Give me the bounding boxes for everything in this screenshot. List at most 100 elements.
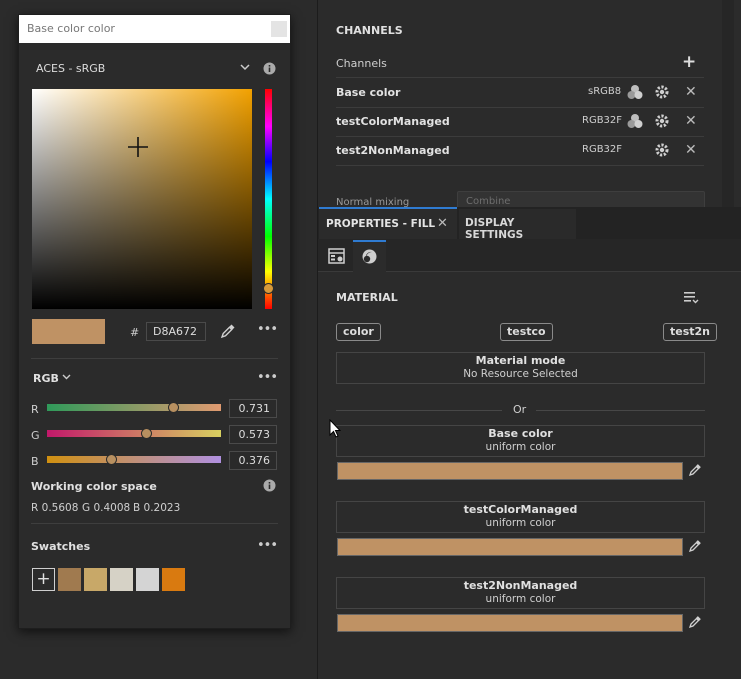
- saturation-value-field[interactable]: [32, 89, 252, 309]
- color-swatch-bar[interactable]: [337, 614, 683, 632]
- channel-format: sRGB8: [588, 86, 622, 97]
- slot-subtitle: uniform color: [485, 441, 556, 453]
- chevron-down-icon[interactable]: [61, 372, 72, 382]
- remove-channel-close-icon[interactable]: ✕: [685, 85, 697, 99]
- hex-value: D8A672: [153, 325, 197, 338]
- color-crosshair[interactable]: [127, 136, 149, 158]
- red-slider-track[interactable]: [47, 404, 221, 411]
- material-mode-subtitle: No Resource Selected: [463, 368, 578, 380]
- blue-slider-track[interactable]: [47, 456, 221, 463]
- info-icon[interactable]: [263, 62, 276, 75]
- hue-slider[interactable]: [265, 89, 272, 309]
- or-divider-right: [536, 410, 705, 411]
- channel-name: testColorManaged: [336, 115, 450, 128]
- color-swatch[interactable]: [162, 568, 185, 591]
- tab-properties-fill[interactable]: PROPERTIES - FILL ✕: [319, 207, 457, 239]
- slot-title: Base color: [488, 427, 553, 440]
- colorspace-dropdown[interactable]: ACES - sRGB: [31, 58, 255, 78]
- slider-label-b: B: [31, 455, 39, 468]
- slot-subtitle: uniform color: [485, 593, 556, 605]
- colorspace-value: ACES - sRGB: [36, 62, 106, 75]
- remove-channel-close-icon[interactable]: ✕: [685, 114, 697, 128]
- tab-display-settings[interactable]: DISPLAY SETTINGS: [459, 209, 576, 241]
- channel-format: RGB32F: [582, 144, 623, 155]
- color-swatch-bar[interactable]: [337, 538, 683, 556]
- channel-settings-gear-icon[interactable]: [654, 84, 670, 100]
- more-options-icon[interactable]: •••: [257, 322, 278, 337]
- material-menu-icon[interactable]: [683, 290, 699, 304]
- or-divider-left: [336, 410, 502, 411]
- picker-divider: [31, 358, 278, 359]
- swatches-title: Swatches: [31, 540, 91, 553]
- green-slider-handle[interactable]: [141, 428, 152, 439]
- current-color-preview: [32, 319, 105, 344]
- red-slider-handle[interactable]: [168, 402, 179, 413]
- channel-format: RGB32F: [582, 115, 623, 126]
- hex-label: #: [130, 326, 140, 339]
- channels-title: CHANNELS: [336, 24, 403, 37]
- more-options-icon[interactable]: •••: [257, 370, 278, 385]
- tab-close-icon[interactable]: ✕: [437, 217, 448, 230]
- color-swatch[interactable]: [136, 568, 159, 591]
- picker-close-button[interactable]: [271, 21, 287, 37]
- channel-settings-gear-icon[interactable]: [654, 113, 670, 129]
- color-swatch[interactable]: [110, 568, 133, 591]
- add-swatch-button[interactable]: +: [32, 568, 55, 591]
- tab-properties-fill-label: PROPERTIES - FILL: [326, 218, 436, 230]
- subtab-layer-settings[interactable]: [320, 240, 352, 272]
- material-title: MATERIAL: [336, 291, 398, 304]
- tab-display-settings-label: DISPLAY SETTINGS: [465, 217, 524, 241]
- eyedropper-icon[interactable]: [688, 539, 702, 553]
- channel-row[interactable]: testColorManaged RGB32F ✕: [336, 108, 704, 137]
- eyedropper-icon[interactable]: [688, 463, 702, 477]
- remove-channel-close-icon[interactable]: ✕: [685, 143, 697, 157]
- color-management-icon[interactable]: [626, 83, 644, 101]
- picker-title-bar: Base color color: [19, 15, 290, 43]
- color-swatch[interactable]: [58, 568, 81, 591]
- green-value-input[interactable]: 0.573: [229, 425, 277, 444]
- slot-subtitle: uniform color: [485, 517, 556, 529]
- working-g-value: G 0.4008: [82, 502, 131, 514]
- working-r-value: R 0.5608: [31, 502, 79, 514]
- color-mode-label[interactable]: RGB: [33, 372, 59, 385]
- color-swatch[interactable]: [84, 568, 107, 591]
- eyedropper-icon[interactable]: [688, 615, 702, 629]
- channel-name: Base color: [336, 86, 401, 99]
- channel-row[interactable]: Base color sRGB8 ✕: [336, 79, 704, 108]
- base-color-slot[interactable]: Base color uniform color: [336, 425, 705, 457]
- subtab-material[interactable]: [353, 240, 386, 273]
- channel-settings-gear-icon[interactable]: [654, 142, 670, 158]
- working-color-space-title: Working color space: [31, 480, 157, 493]
- add-channel-button[interactable]: +: [682, 52, 696, 72]
- eyedropper-icon[interactable]: [220, 323, 236, 339]
- blue-slider-handle[interactable]: [106, 454, 117, 465]
- hex-input[interactable]: D8A672: [146, 322, 206, 341]
- channel-chip[interactable]: color: [336, 323, 381, 341]
- slot-title: test2NonManaged: [463, 579, 578, 592]
- or-divider-label: Or: [513, 403, 527, 416]
- red-value-input[interactable]: 0.731: [229, 399, 277, 418]
- color-management-icon[interactable]: [626, 112, 644, 130]
- blue-value-input[interactable]: 0.376: [229, 451, 277, 470]
- test2-non-managed-slot[interactable]: test2NonManaged uniform color: [336, 577, 705, 609]
- slider-label-r: R: [31, 403, 39, 416]
- channel-chip[interactable]: test2n: [663, 323, 718, 341]
- normal-mixing-value: Combine: [466, 196, 511, 207]
- channels-header-label: Channels: [336, 57, 387, 70]
- green-slider-track[interactable]: [47, 430, 221, 437]
- working-b-value: B 0.2023: [133, 502, 181, 514]
- material-chips: color testco test2n: [336, 323, 718, 343]
- more-options-icon[interactable]: •••: [257, 538, 278, 553]
- picker-title: Base color color: [27, 22, 115, 35]
- info-icon[interactable]: [263, 479, 276, 492]
- channel-chip[interactable]: testco: [500, 323, 553, 341]
- material-mode-title: Material mode: [475, 354, 566, 367]
- hue-slider-handle[interactable]: [263, 283, 274, 294]
- channel-row[interactable]: test2NonManaged RGB32F ✕: [336, 137, 704, 166]
- green-value: 0.573: [238, 428, 271, 441]
- channel-name: test2NonManaged: [336, 144, 450, 157]
- picker-divider: [31, 523, 278, 524]
- material-mode-button[interactable]: Material mode No Resource Selected: [336, 352, 705, 384]
- test-color-managed-slot[interactable]: testColorManaged uniform color: [336, 501, 705, 533]
- color-swatch-bar[interactable]: [337, 462, 683, 480]
